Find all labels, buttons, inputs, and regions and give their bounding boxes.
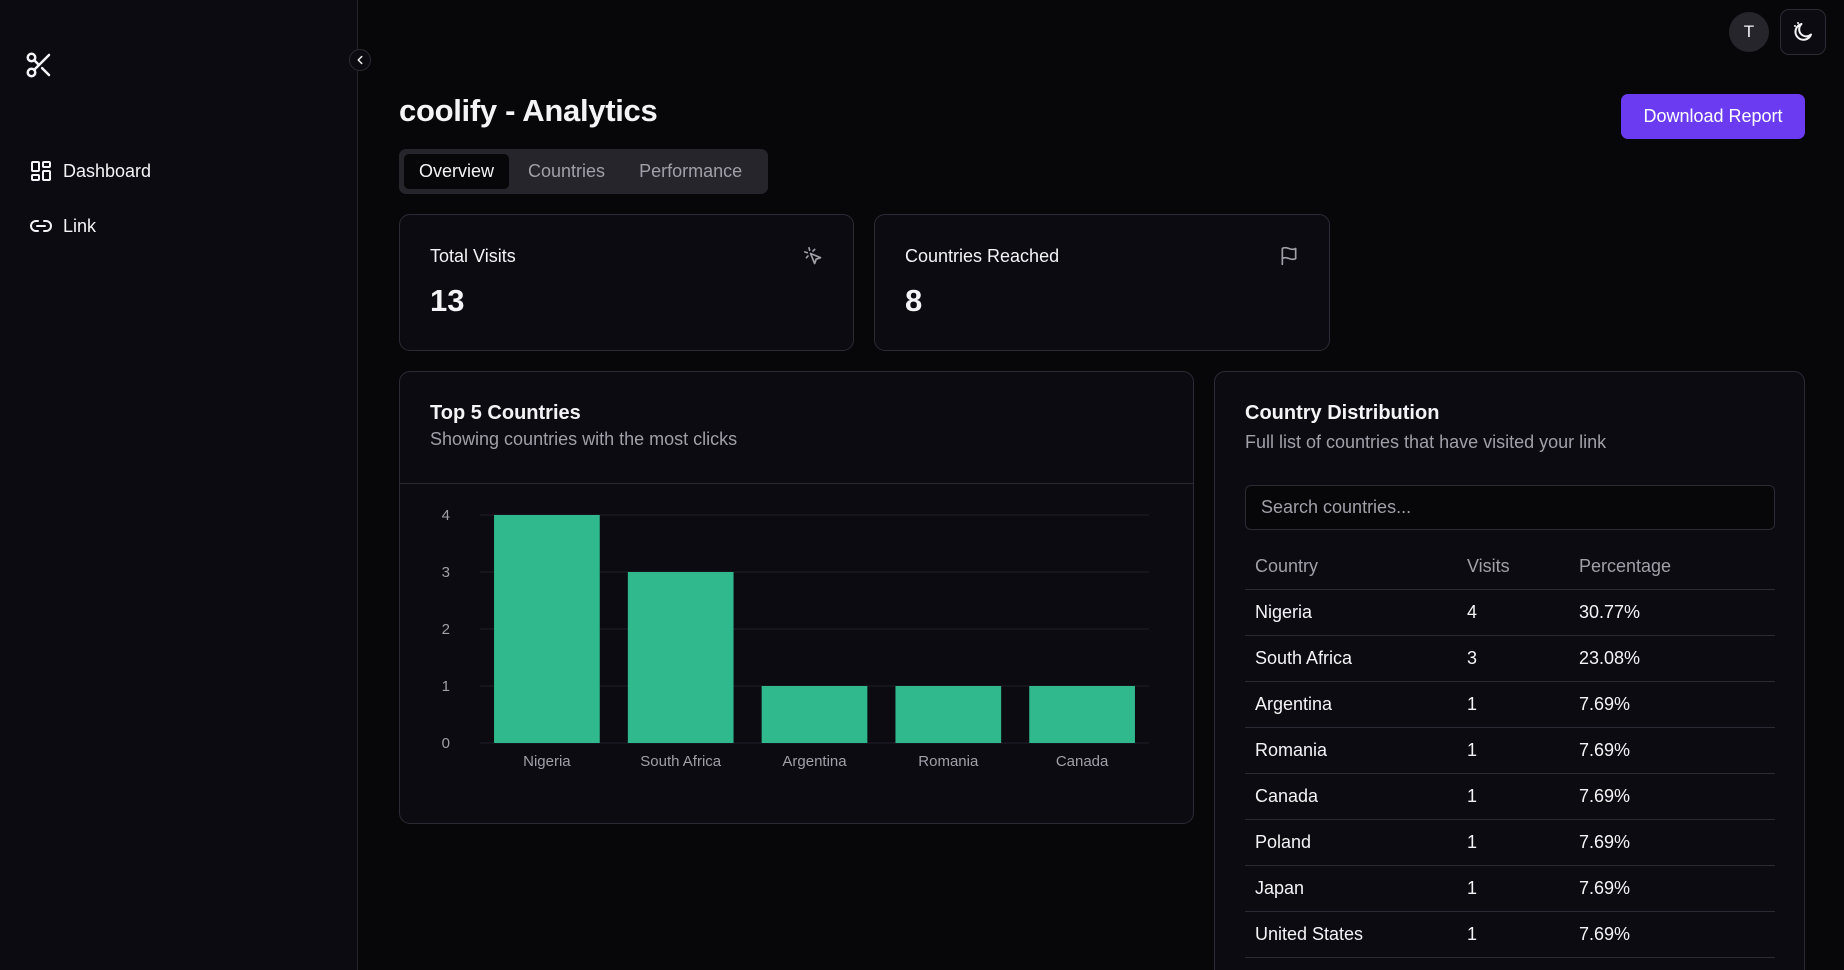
x-tick-label: Romania (918, 753, 979, 770)
country-cell: Argentina (1255, 694, 1333, 714)
cursor-click-icon (804, 247, 822, 265)
country-cell: South Africa (1255, 648, 1353, 668)
percentage-cell: 30.77% (1579, 602, 1641, 622)
visits-cell: 1 (1467, 694, 1478, 714)
y-tick-label: 1 (442, 678, 450, 695)
bar[interactable] (494, 515, 600, 743)
visits-cell: 4 (1467, 602, 1478, 622)
distribution-title: Country Distribution (1245, 402, 1440, 424)
country-cell: United States (1255, 924, 1364, 944)
collapse-sidebar-button[interactable] (349, 49, 371, 71)
table-row: Nigeria 4 30.77% (1245, 590, 1775, 636)
bar-chart: 0 1 2 3 4 Nigeria South Africa Argentina Romania… (442, 507, 1149, 770)
visits-cell: 1 (1467, 878, 1478, 898)
percentage-cell: 7.69% (1579, 924, 1631, 944)
tab-overview[interactable]: Overview (404, 154, 510, 189)
table-row: Romania 1 7.69% (1245, 728, 1775, 774)
flag-icon (1281, 246, 1297, 266)
table-row: Canada 1 7.69% (1245, 774, 1775, 820)
percentage-cell: 7.69% (1579, 878, 1631, 898)
bar[interactable] (895, 686, 1002, 743)
table-row: United States 1 7.69% (1245, 912, 1775, 958)
visits-cell: 3 (1467, 648, 1478, 668)
tab-performance[interactable]: Performance (624, 154, 757, 189)
y-tick-label: 2 (442, 621, 450, 638)
scissors-logo-icon[interactable] (24, 50, 54, 80)
theme-toggle-button[interactable] (1780, 9, 1826, 55)
visits-cell: 1 (1467, 832, 1478, 852)
column-header-percentage: Percentage (1579, 556, 1672, 576)
percentage-cell: 7.69% (1579, 694, 1631, 714)
country-cell: Poland (1255, 832, 1312, 852)
table-row: South Africa 3 23.08% (1245, 636, 1775, 682)
stat-card-countries-reached: Countries Reached 8 (874, 214, 1330, 351)
country-distribution-card: Country Distribution Full list of countr… (1214, 371, 1805, 970)
percentage-cell: 7.69% (1579, 786, 1631, 806)
y-tick-label: 4 (442, 507, 450, 524)
country-table: Country Visits Percentage Nigeria 4 30.77%… (1245, 544, 1775, 958)
percentage-cell: 7.69% (1579, 832, 1631, 852)
visits-cell: 1 (1467, 786, 1478, 806)
bar[interactable] (761, 686, 868, 743)
chevron-left-icon (357, 55, 363, 65)
sidebar-item-label: Dashboard (63, 160, 152, 181)
top-countries-card: Top 5 Countries Showing countries with t… (399, 371, 1194, 824)
bar[interactable] (627, 572, 734, 743)
y-tick-label: 3 (442, 564, 450, 581)
stat-title: Countries Reached (905, 246, 1060, 266)
download-report-button[interactable]: Download Report (1621, 94, 1805, 139)
page-title: coolify - Analytics (399, 93, 658, 128)
dashboard-icon (31, 161, 51, 181)
bar[interactable] (1029, 686, 1135, 743)
x-tick-label: Argentina (782, 753, 847, 770)
sidebar-item-dashboard[interactable]: Dashboard (29, 159, 151, 183)
tab-countries[interactable]: Countries (513, 154, 620, 189)
distribution-subtitle: Full list of countries that have visited… (1245, 432, 1607, 452)
avatar[interactable]: T (1729, 12, 1769, 52)
x-tick-label: Nigeria (523, 753, 571, 770)
tab-list: Overview Countries Performance (399, 149, 768, 194)
country-cell: Canada (1255, 786, 1319, 806)
percentage-cell: 7.69% (1579, 740, 1631, 760)
country-cell: Nigeria (1255, 602, 1313, 622)
visits-cell: 1 (1467, 740, 1478, 760)
moon-icon (1794, 22, 1812, 41)
visits-cell: 1 (1467, 924, 1478, 944)
country-cell: Japan (1255, 878, 1305, 898)
column-header-visits: Visits (1467, 556, 1510, 576)
search-countries-input[interactable] (1245, 485, 1775, 530)
sidebar: Dashboard Link (0, 0, 358, 970)
column-header-country: Country (1255, 556, 1319, 576)
percentage-cell: 23.08% (1579, 648, 1641, 668)
table-row: Argentina 1 7.69% (1245, 682, 1775, 728)
x-tick-label: South Africa (640, 753, 722, 770)
country-cell: Romania (1255, 740, 1328, 760)
sidebar-item-link[interactable]: Link (29, 214, 96, 238)
stat-value: 8 (905, 283, 923, 318)
table-row: Japan 1 7.69% (1245, 866, 1775, 912)
y-tick-label: 0 (442, 735, 450, 752)
stat-title: Total Visits (430, 246, 516, 266)
x-tick-label: Canada (1056, 753, 1109, 770)
link-icon (30, 220, 52, 232)
stat-card-total-visits: Total Visits 13 (399, 214, 854, 351)
table-header-row: Country Visits Percentage (1245, 544, 1775, 590)
stat-value: 13 (430, 283, 465, 318)
table-row: Poland 1 7.69% (1245, 820, 1775, 866)
sidebar-item-label: Link (63, 215, 97, 236)
chart-subtitle: Showing countries with the most clicks (430, 429, 738, 449)
chart-title: Top 5 Countries (430, 402, 581, 424)
